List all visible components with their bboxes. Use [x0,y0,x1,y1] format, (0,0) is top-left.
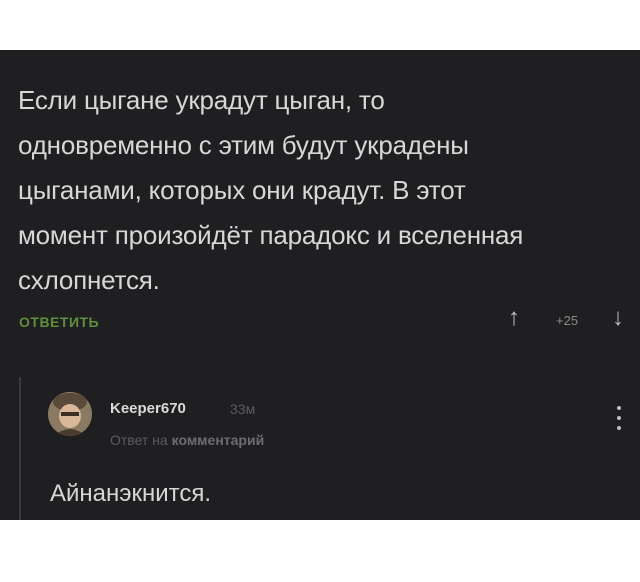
user-avatar[interactable] [48,392,92,436]
comment-line: Если цыгане украдут цыган, то [18,85,385,115]
comment-body: Если цыгане украдут цыган, то одновремен… [18,78,618,303]
reply-to-comment-link[interactable]: комментарий [172,432,265,448]
reply-time: 33м [230,401,256,417]
reply-body: Айнанэкнится. [50,480,212,507]
reply-username[interactable]: Keeper670 [110,400,186,417]
dot [617,426,621,430]
more-options-icon[interactable] [614,406,624,436]
reply-to-info: Ответ на комментарий [110,432,264,448]
reply-to-prefix: Ответ на [110,432,168,448]
dot [617,416,621,420]
thread-line[interactable] [19,377,21,520]
comment-line: одновременно с этим будут украдены [18,130,469,160]
comment-line: схлопнется. [18,265,160,295]
comment-panel: Если цыгане украдут цыган, то одновремен… [0,50,640,520]
comment-line: цыганами, которых они крадут. В этот [18,175,466,205]
comment-score: +25 [556,313,579,328]
dot [617,406,621,410]
downvote-arrow-icon[interactable]: ↓ [612,304,624,332]
upvote-arrow-icon[interactable]: ↑ [508,304,520,332]
reply-button[interactable]: ОТВЕТИТЬ [19,314,99,330]
comment-line: момент произойдёт парадокс и вселенная [18,220,524,250]
avatar-portrait-icon [48,392,92,436]
